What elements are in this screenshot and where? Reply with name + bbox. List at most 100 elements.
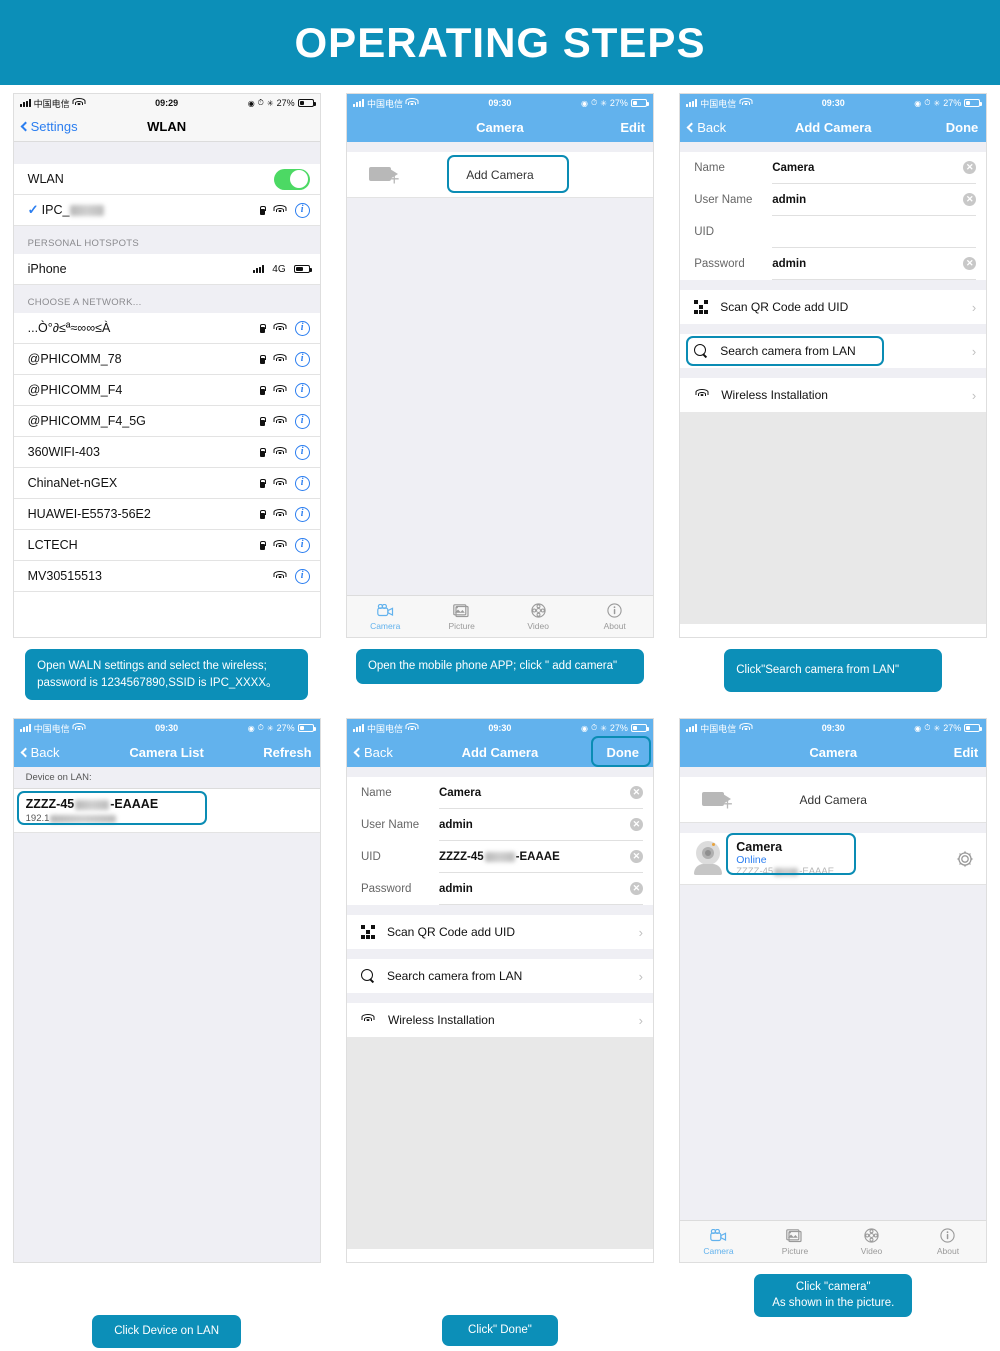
- status-right: ◉ ⏱ ✳ 27%: [914, 723, 983, 733]
- menu-scan-qr[interactable]: Scan QR Code add UID ›: [346, 915, 653, 950]
- field-uid[interactable]: UID ZZZZ-45 -EAAAE ✕: [346, 841, 653, 874]
- tab-camera[interactable]: Camera: [347, 596, 424, 637]
- list-item[interactable]: @PHICOMM_F4 i: [13, 375, 320, 406]
- edit-button[interactable]: Edit: [954, 745, 979, 760]
- add-camera-row[interactable]: + Add Camera: [680, 777, 987, 824]
- wifi-icon: [273, 509, 287, 519]
- field-uid[interactable]: UID: [680, 216, 987, 248]
- info-button[interactable]: i: [294, 320, 310, 336]
- camera-entry[interactable]: Camera Online ZZZZ-45 -EAAAE: [680, 833, 987, 886]
- info-button[interactable]: i: [294, 382, 310, 398]
- battery-percent: 27%: [943, 98, 962, 108]
- back-button[interactable]: Back: [353, 745, 393, 760]
- add-camera-row[interactable]: + Add Camera: [346, 152, 653, 198]
- back-button[interactable]: Back: [20, 745, 60, 760]
- chevron-left-icon: [20, 121, 31, 132]
- field-username[interactable]: User Name admin ✕: [346, 809, 653, 842]
- list-item[interactable]: LCTECH i: [13, 530, 320, 561]
- caption-wrap: Click" Done": [346, 1315, 654, 1347]
- alarm-icon: ⏱: [590, 723, 598, 733]
- tab-video[interactable]: Video: [833, 1221, 910, 1262]
- info-button[interactable]: i: [294, 202, 310, 218]
- list-item[interactable]: @PHICOMM_78 i: [13, 344, 320, 375]
- battery-icon: [297, 724, 316, 733]
- info-button[interactable]: i: [294, 568, 310, 584]
- menu-label: Scan QR Code add UID: [720, 300, 849, 314]
- clear-icon[interactable]: ✕: [629, 786, 643, 800]
- tab-about[interactable]: About: [910, 1221, 987, 1262]
- done-button[interactable]: Done: [606, 745, 639, 760]
- list-item[interactable]: HUAWEI-E5573-56E2 i: [13, 499, 320, 530]
- wlan-toggle-row[interactable]: WLAN: [13, 164, 320, 195]
- wifi-icon: [273, 447, 287, 457]
- lan-device-item[interactable]: ZZZZ-45 -EAAAE 192.1: [13, 789, 320, 834]
- list-item[interactable]: MV30515513 i: [13, 561, 320, 592]
- tab-about[interactable]: About: [576, 596, 653, 637]
- hotspot-label: iPhone: [27, 262, 67, 276]
- info-button[interactable]: i: [294, 537, 310, 553]
- list-gap: [680, 324, 987, 334]
- back-button[interactable]: Settings: [20, 119, 78, 134]
- nav-bar: Camera Edit: [680, 737, 987, 768]
- list-item[interactable]: ChinaNet-nGEX i: [13, 468, 320, 499]
- redaction-blur: [50, 814, 117, 823]
- info-button[interactable]: i: [294, 475, 310, 491]
- refresh-button[interactable]: Refresh: [263, 745, 311, 760]
- clear-icon[interactable]: ✕: [963, 193, 977, 206]
- step-cell-3: 中国电信 09:30 ◉ ⏱ ✳ 27% Back Add Camera Don…: [667, 93, 1000, 700]
- tab-label: Video: [860, 1246, 883, 1257]
- clear-icon[interactable]: ✕: [963, 257, 977, 270]
- magnifier-icon: [360, 969, 375, 983]
- field-name[interactable]: Name Camera ✕: [680, 152, 987, 184]
- chevron-left-icon: [20, 747, 31, 758]
- tab-video[interactable]: Video: [500, 596, 577, 637]
- tab-picture[interactable]: Picture: [423, 596, 500, 637]
- menu-search-lan[interactable]: Search camera from LAN ›: [680, 334, 987, 368]
- list-item[interactable]: 360WIFI-403 i: [13, 437, 320, 468]
- clear-icon[interactable]: ✕: [629, 850, 643, 864]
- clear-icon[interactable]: ✕: [629, 882, 643, 896]
- wlan-switch[interactable]: [273, 168, 310, 190]
- lock-icon: [259, 540, 267, 550]
- tab-picture[interactable]: Picture: [757, 1221, 834, 1262]
- edit-button[interactable]: Edit: [620, 120, 645, 135]
- network-ssid: 360WIFI-403: [27, 445, 100, 459]
- hotspot-row[interactable]: iPhone 4G: [13, 254, 320, 285]
- tab-bar: Camera Picture Video About: [680, 1220, 987, 1263]
- choose-network-header: CHOOSE A NETWORK...: [13, 285, 320, 313]
- camera-name: Camera: [736, 840, 783, 855]
- battery-percent: 27%: [276, 723, 295, 734]
- steps-row-2: 中国电信 09:30 ◉ ⏱ ✳ 27% Back Camera List Re…: [0, 718, 1000, 1349]
- done-button[interactable]: Done: [946, 120, 979, 135]
- device-uid-prefix: ZZZZ-45: [25, 797, 75, 812]
- photos-icon: [453, 602, 470, 619]
- phone-screen-camera: 中国电信 09:30 ◉ ⏱ ✳ 27% Camera Edit + Add C…: [345, 93, 654, 638]
- list-item[interactable]: @PHICOMM_F4_5G i: [13, 406, 320, 437]
- caption-wrap: Click Device on LAN: [13, 1315, 321, 1349]
- menu-search-lan[interactable]: Search camera from LAN ›: [346, 959, 653, 994]
- connected-network-row[interactable]: ✓ IPC_ i: [13, 195, 320, 226]
- field-password[interactable]: Password admin ✕: [680, 248, 987, 280]
- clear-icon[interactable]: ✕: [963, 161, 977, 174]
- info-button[interactable]: i: [294, 506, 310, 522]
- list-item[interactable]: ...Ò°∂≤ª≈∞∞≤À i: [13, 313, 320, 344]
- info-button[interactable]: i: [294, 444, 310, 460]
- field-username[interactable]: User Name admin ✕: [680, 184, 987, 216]
- info-button[interactable]: i: [294, 413, 310, 429]
- menu-wireless-install[interactable]: Wireless Installation ›: [346, 1003, 653, 1038]
- field-password[interactable]: Password admin ✕: [346, 873, 653, 906]
- chevron-right-icon: ›: [638, 968, 643, 984]
- field-name[interactable]: Name Camera ✕: [346, 777, 653, 810]
- tab-camera[interactable]: Camera: [680, 1221, 757, 1262]
- back-button[interactable]: Back: [686, 120, 726, 135]
- redaction-blur: [70, 205, 105, 217]
- list-gap: [346, 905, 653, 916]
- wifi-icon: [273, 205, 287, 215]
- clear-icon[interactable]: ✕: [629, 818, 643, 832]
- gear-icon[interactable]: [956, 850, 974, 868]
- phone-screen-add-camera: 中国电信 09:30 ◉ ⏱ ✳ 27% Back Add Camera Don…: [679, 93, 988, 638]
- status-right: ◉ ⏱ ✳ 27%: [248, 98, 316, 108]
- info-button[interactable]: i: [294, 351, 310, 367]
- menu-scan-qr[interactable]: Scan QR Code add UID ›: [680, 290, 987, 324]
- menu-wireless-install[interactable]: Wireless Installation ›: [680, 378, 987, 412]
